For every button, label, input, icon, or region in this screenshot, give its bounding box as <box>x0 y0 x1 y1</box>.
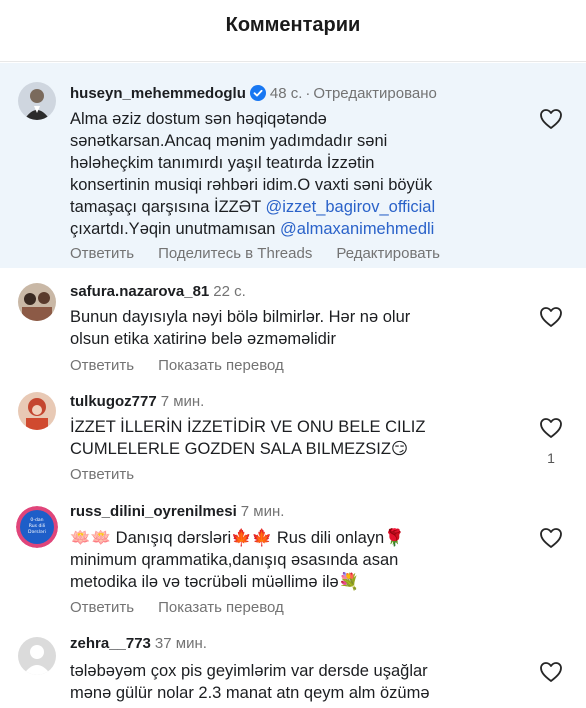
comment-text: tələbəyəm çox pis geyimlərim var dersde … <box>70 662 430 702</box>
comment-line: sənətkarsan.Ancaq mənim yadımdadır səni <box>70 132 388 150</box>
avatar-text: Dərsləri <box>28 529 46 535</box>
show-translation-button[interactable]: Показать перевод <box>158 599 284 616</box>
avatar[interactable] <box>18 283 56 321</box>
mention-link[interactable]: @almaxanimehmedli <box>280 220 434 238</box>
edited-label: Отредактировано <box>313 85 437 102</box>
avatar[interactable]: 0-dan Rus dili Dərsləri <box>16 506 58 548</box>
avatar-text: 0-dan <box>30 517 43 523</box>
timestamp: 22 с. <box>213 283 246 300</box>
reply-button[interactable]: Ответить <box>70 466 134 483</box>
comment-actions: Ответить Показать перевод <box>70 599 308 616</box>
comment-line: tamaşaçı qarşısına İZZƏT <box>70 198 266 216</box>
show-translation-button[interactable]: Показать перевод <box>158 357 284 374</box>
comment-actions: Ответить <box>70 466 158 483</box>
comment-item: zehra__773 37 мин. tələbəyəm çox pis geyi… <box>0 624 586 708</box>
username[interactable]: russ_dilini_oyrenilmesi <box>70 503 237 520</box>
timestamp: 7 мин. <box>160 393 205 410</box>
comment-text: Alma əziz dostum sən həqiqətəndə sənətka… <box>70 108 520 240</box>
page-title: Комментарии <box>225 14 361 36</box>
share-threads-button[interactable]: Поделитесь в Threads <box>158 245 312 262</box>
edit-button[interactable]: Редактировать <box>336 245 440 262</box>
username[interactable]: safura.nazarova_81 <box>70 283 209 300</box>
avatar[interactable] <box>18 82 56 120</box>
avatar-text: Rus dili <box>29 523 46 529</box>
comment-meta: huseyn_mehemmedoglu 48 с. · Отредактировано <box>70 85 437 105</box>
comment-line: çıxartdı.Yəqin unutmamısan <box>70 220 281 238</box>
verified-badge-icon <box>249 85 266 105</box>
comment-actions: Ответить Показать перевод <box>70 357 308 374</box>
like-heart-icon[interactable] <box>539 306 563 328</box>
like-heart-icon[interactable] <box>539 527 563 549</box>
comment-meta: tulkugoz777 7 мин. <box>70 393 204 410</box>
username[interactable]: zehra__773 <box>70 635 151 652</box>
timestamp: 48 с. <box>269 85 303 102</box>
reply-button[interactable]: Ответить <box>70 245 134 262</box>
like-heart-icon[interactable] <box>539 417 563 439</box>
mention-link[interactable]: @izzet_bagirov_official <box>266 198 436 216</box>
comment-text: 🪷🪷 Danışıq dərsləri🍁🍁 Rus dili onlayn🌹 m… <box>70 529 405 591</box>
comment-line: hələheçkim tanımırdı yaşıl teatırda İzzə… <box>70 154 375 172</box>
comment-line: Alma əziz dostum sən həqiqətəndə <box>70 110 327 128</box>
comment-item: huseyn_mehemmedoglu 48 с. · Отредактировано… <box>0 63 586 268</box>
like-heart-icon[interactable] <box>539 661 563 683</box>
username[interactable]: tulkugoz777 <box>70 393 157 410</box>
comment-actions: Ответить Поделитесь в Threads Редактироват… <box>70 245 464 262</box>
like-count: 1 <box>547 450 555 466</box>
comment-item: safura.nazarova_81 22 с. Bunun dayısıyla … <box>0 268 586 382</box>
avatar[interactable] <box>18 637 56 675</box>
username[interactable]: huseyn_mehemmedoglu <box>70 85 246 102</box>
comment-meta: safura.nazarova_81 22 с. <box>70 283 246 300</box>
comment-text: Bunun dayısıyla nəyi bölə bilmirlər. Hər… <box>70 308 411 348</box>
comments-header: Комментарии <box>0 0 586 62</box>
comment-meta: russ_dilini_oyrenilmesi 7 мин. <box>70 503 284 520</box>
like-heart-icon[interactable] <box>539 108 563 130</box>
timestamp: 37 мин. <box>154 635 207 652</box>
comment-meta: zehra__773 37 мин. <box>70 635 207 652</box>
comment-text: İZZET İLLERİN İZZETİDİR VE ONU BELE CILI… <box>70 418 426 458</box>
comment-line: konsertinin musiqi rəhbəri idim.O vaxti … <box>70 176 433 194</box>
reply-button[interactable]: Ответить <box>70 599 134 616</box>
comment-item: 0-dan Rus dili Dərsləri russ_dilini_oyre… <box>0 494 586 624</box>
avatar[interactable] <box>18 392 56 430</box>
comment-item: tulkugoz777 7 мин. İZZET İLLERİN İZZETİDİ… <box>0 382 586 494</box>
timestamp: 7 мин. <box>240 503 285 520</box>
reply-button[interactable]: Ответить <box>70 357 134 374</box>
meta-separator: · <box>305 85 311 102</box>
